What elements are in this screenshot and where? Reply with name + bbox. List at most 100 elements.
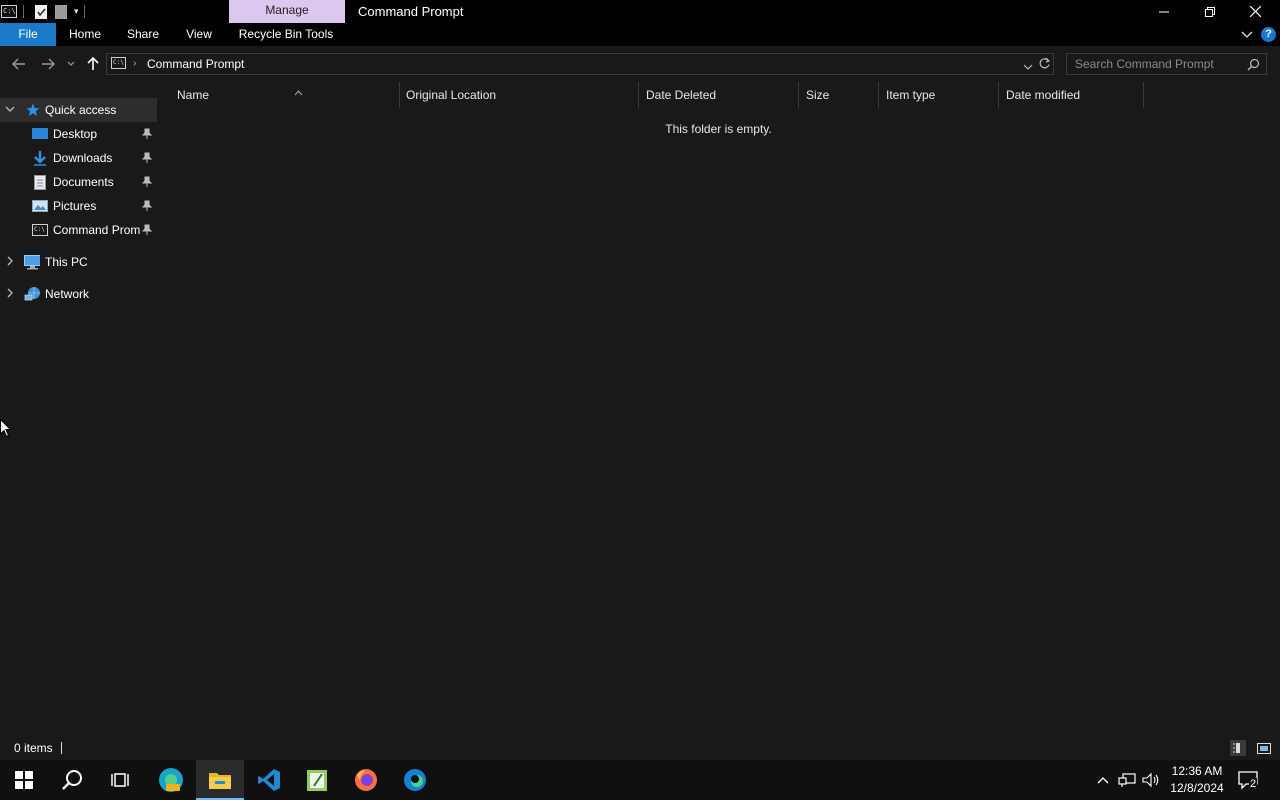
- title-bar: C:\ ▾ Manage Command Prompt: [0, 0, 1280, 23]
- action-center-button[interactable]: 2: [1234, 760, 1264, 800]
- chevron-down-icon: [67, 61, 75, 66]
- status-divider: [61, 742, 62, 754]
- minimize-icon: [1159, 11, 1169, 12]
- chevron-up-icon: [1097, 777, 1109, 784]
- taskbar-vscode[interactable]: [245, 760, 293, 800]
- empty-folder-message: This folder is empty.: [665, 122, 772, 136]
- breadcrumb-command-prompt[interactable]: Command Prompt: [147, 54, 244, 74]
- column-header-original-location[interactable]: Original Location: [399, 82, 639, 108]
- navigation-pane: Quick access Desktop Downloads Documents: [0, 96, 157, 736]
- close-button[interactable]: [1232, 0, 1278, 23]
- file-list[interactable]: Name Original Location Date Deleted Size…: [157, 82, 1280, 736]
- volume-tray-button[interactable]: [1140, 760, 1162, 800]
- chevron-right-icon[interactable]: [4, 256, 16, 269]
- help-icon[interactable]: ?: [1261, 27, 1276, 42]
- command-prompt-icon: C:\: [111, 57, 126, 69]
- tab-home[interactable]: Home: [62, 23, 108, 46]
- arrow-right-icon: [42, 58, 55, 70]
- nav-pictures[interactable]: Pictures: [0, 194, 157, 218]
- address-row: C:\ › Command Prompt: [0, 46, 1280, 82]
- address-bar[interactable]: C:\ › Command Prompt: [106, 53, 1054, 75]
- up-button[interactable]: [83, 55, 103, 73]
- download-arrow-icon: [32, 150, 48, 166]
- properties-icon[interactable]: [35, 4, 47, 19]
- nav-command-prompt[interactable]: C:\ Command Prompt: [0, 218, 157, 242]
- details-view-icon: [1233, 743, 1240, 753]
- edge-icon: [404, 769, 426, 791]
- large-icons-view-button[interactable]: [1256, 740, 1272, 756]
- recent-locations-button[interactable]: [63, 55, 79, 73]
- nav-downloads[interactable]: Downloads: [0, 146, 157, 170]
- column-header-name[interactable]: Name: [170, 82, 400, 108]
- back-button[interactable]: [9, 55, 29, 73]
- taskbar-notepad-plus[interactable]: [293, 760, 341, 800]
- column-header-item-type[interactable]: Item type: [879, 82, 999, 108]
- network-wired-icon: [1118, 773, 1136, 787]
- chevron-down-icon[interactable]: [4, 105, 16, 116]
- refresh-icon[interactable]: [1038, 57, 1051, 73]
- search-box[interactable]: [1066, 53, 1267, 75]
- chevron-right-icon[interactable]: [4, 288, 16, 301]
- customize-toolbar-chevron-icon[interactable]: ▾: [74, 6, 79, 17]
- pin-icon: [141, 224, 153, 236]
- start-button[interactable]: [0, 760, 48, 800]
- star-icon: [25, 102, 41, 118]
- column-header-size[interactable]: Size: [799, 82, 879, 108]
- command-prompt-icon: C:\: [1, 5, 17, 18]
- search-button[interactable]: [48, 760, 96, 800]
- notification-badge: 2: [1249, 778, 1258, 790]
- nav-quick-access[interactable]: Quick access: [0, 98, 157, 122]
- tab-recycle-bin-tools[interactable]: Recycle Bin Tools: [234, 23, 338, 46]
- show-hidden-icons-button[interactable]: [1093, 760, 1113, 800]
- nav-label: Quick access: [45, 103, 117, 117]
- taskbar-file-explorer[interactable]: [196, 760, 244, 800]
- status-bar: 0 items: [0, 736, 1280, 760]
- tab-share[interactable]: Share: [121, 23, 165, 46]
- edge-canary-icon: [159, 768, 183, 792]
- expand-ribbon-chevron-icon[interactable]: [1241, 31, 1253, 39]
- clock-time: 12:36 AM: [1171, 764, 1223, 778]
- toolbar-separator: [23, 5, 24, 18]
- search-icon[interactable]: [1247, 58, 1260, 74]
- search-input[interactable]: [1067, 54, 1242, 74]
- nav-desktop[interactable]: Desktop: [0, 122, 157, 146]
- task-view-icon: [111, 773, 129, 787]
- taskbar-firefox[interactable]: [342, 760, 390, 800]
- task-view-button[interactable]: [96, 760, 144, 800]
- nav-label: Network: [45, 287, 90, 301]
- vscode-icon: [258, 769, 280, 791]
- minimize-button[interactable]: [1141, 0, 1187, 23]
- tab-view[interactable]: View: [179, 23, 219, 46]
- manage-tab[interactable]: Manage: [229, 0, 345, 23]
- nav-label: Pictures: [53, 199, 97, 213]
- column-header-date-deleted[interactable]: Date Deleted: [639, 82, 799, 108]
- taskbar-clock[interactable]: 12:36 AM 12/8/2024: [1166, 763, 1228, 797]
- forward-button[interactable]: [38, 55, 58, 73]
- pin-icon: [141, 200, 153, 212]
- tab-file[interactable]: File: [0, 23, 56, 46]
- column-headers: Name Original Location Date Deleted Size…: [157, 82, 1280, 108]
- nav-this-pc[interactable]: This PC: [0, 250, 157, 274]
- new-folder-icon[interactable]: [55, 4, 67, 19]
- desktop-icon: [32, 126, 48, 142]
- column-label: Name: [177, 88, 210, 102]
- nav-documents[interactable]: Documents: [0, 170, 157, 194]
- nav-network[interactable]: Network: [0, 282, 157, 306]
- search-icon: [62, 770, 82, 790]
- details-view-button[interactable]: [1230, 740, 1246, 756]
- network-tray-button[interactable]: [1116, 760, 1138, 800]
- notepad-icon: [307, 770, 327, 791]
- address-history-chevron-icon[interactable]: [1023, 60, 1033, 74]
- large-icons-view-icon: [1257, 742, 1271, 754]
- nav-label: Documents: [53, 175, 114, 189]
- item-count: 0 items: [14, 741, 53, 755]
- speaker-icon: [1142, 772, 1159, 788]
- taskbar-edge[interactable]: [391, 760, 439, 800]
- nav-label: This PC: [45, 255, 88, 269]
- file-explorer-icon: [209, 773, 231, 789]
- column-header-date-modified[interactable]: Date modified: [999, 82, 1144, 108]
- restore-button[interactable]: [1187, 0, 1233, 23]
- breadcrumb-separator-icon: ›: [133, 58, 137, 69]
- windows-logo-icon: [15, 771, 33, 789]
- taskbar-edge-canary[interactable]: [147, 760, 195, 800]
